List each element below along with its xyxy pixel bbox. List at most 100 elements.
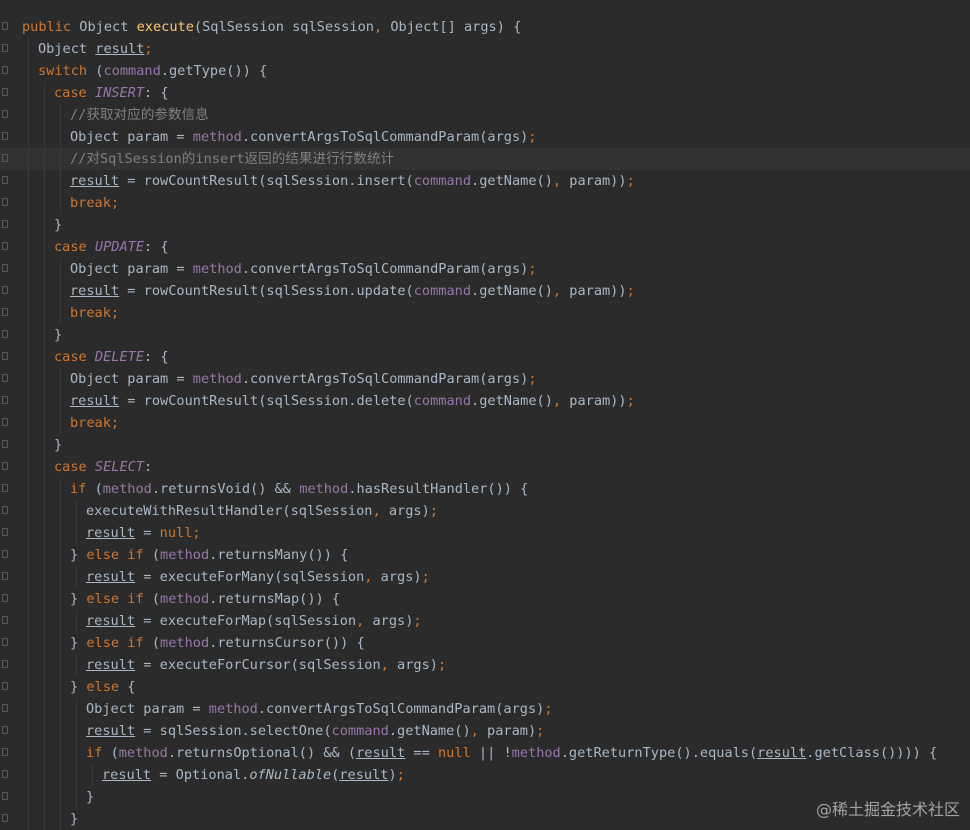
code-token: result: [339, 767, 389, 783]
indent-guide: [28, 390, 29, 412]
code-token: .convertArgsToSqlCommandParam(args): [257, 701, 545, 717]
code-line-content: result = rowCountResult(sqlSession.delet…: [22, 393, 635, 409]
indent-guide: [60, 698, 61, 720]
code-token: .convertArgsToSqlCommandParam(args): [241, 129, 529, 145]
code-line[interactable]: result = sqlSession.selectOne(command.ge…: [2, 720, 970, 742]
code-line[interactable]: result = rowCountResult(sqlSession.inser…: [2, 170, 970, 192]
fold-marker-icon[interactable]: [2, 22, 8, 30]
fold-marker-icon[interactable]: [2, 638, 8, 646]
code-line[interactable]: } else if (method.returnsMany()) {: [2, 544, 970, 566]
fold-marker-icon[interactable]: [2, 66, 8, 74]
code-line[interactable]: //获取对应的参数信息: [2, 104, 970, 126]
fold-marker-icon[interactable]: [2, 462, 8, 470]
code-line[interactable]: executeWithResultHandler(sqlSession, arg…: [2, 500, 970, 522]
code-token: args): [380, 569, 422, 585]
fold-marker-icon[interactable]: [2, 440, 8, 448]
code-token: .hasResultHandler()) {: [348, 481, 529, 497]
code-line[interactable]: result = executeForCursor(sqlSession, ar…: [2, 654, 970, 676]
fold-marker-icon[interactable]: [2, 88, 8, 96]
fold-marker-icon[interactable]: [2, 484, 8, 492]
code-line[interactable]: } else if (method.returnsCursor()) {: [2, 632, 970, 654]
code-line[interactable]: result = Optional.ofNullable(result);: [2, 764, 970, 786]
fold-marker-icon[interactable]: [2, 374, 8, 382]
code-line[interactable]: break;: [2, 302, 970, 324]
code-line[interactable]: }: [2, 434, 970, 456]
code-line[interactable]: result = rowCountResult(sqlSession.delet…: [2, 390, 970, 412]
indent-guide: [28, 346, 29, 368]
fold-marker-icon[interactable]: [2, 154, 8, 162]
fold-marker-icon[interactable]: [2, 418, 8, 426]
fold-marker-icon[interactable]: [2, 748, 8, 756]
code-line[interactable]: case UPDATE: {: [2, 236, 970, 258]
code-token: ,: [380, 657, 398, 673]
fold-marker-icon[interactable]: [2, 550, 8, 558]
code-token: = Optional.: [151, 767, 250, 783]
code-token: (: [94, 481, 103, 497]
fold-marker-icon[interactable]: [2, 660, 8, 668]
fold-marker-icon[interactable]: [2, 506, 8, 514]
fold-marker-icon[interactable]: [2, 44, 8, 52]
code-line[interactable]: Object param = method.convertArgsToSqlCo…: [2, 368, 970, 390]
code-line[interactable]: Object param = method.convertArgsToSqlCo…: [2, 126, 970, 148]
code-line[interactable]: result = null;: [2, 522, 970, 544]
fold-marker-icon[interactable]: [2, 726, 8, 734]
code-line[interactable]: result = rowCountResult(sqlSession.updat…: [2, 280, 970, 302]
fold-marker-icon[interactable]: [2, 308, 8, 316]
indent-guide: [60, 786, 61, 808]
fold-marker-icon[interactable]: [2, 594, 8, 602]
fold-marker-icon[interactable]: [2, 132, 8, 140]
fold-marker-icon[interactable]: [2, 110, 8, 118]
indent-guide: [44, 808, 45, 830]
code-line[interactable]: result = executeForMap(sqlSession, args)…: [2, 610, 970, 632]
fold-marker-icon[interactable]: [2, 352, 8, 360]
fold-marker-icon[interactable]: [2, 814, 8, 822]
code-token: ;: [528, 129, 537, 145]
code-line-content: result = executeForMap(sqlSession, args)…: [22, 613, 422, 629]
code-line[interactable]: } else if (method.returnsMap()) {: [2, 588, 970, 610]
indent-guide: [76, 720, 77, 742]
fold-marker-icon[interactable]: [2, 682, 8, 690]
code-token: case: [54, 239, 95, 255]
code-line[interactable]: public Object execute(SqlSession sqlSess…: [2, 16, 970, 38]
fold-marker-icon[interactable]: [2, 264, 8, 272]
code-line[interactable]: switch (command.getType()) {: [2, 60, 970, 82]
code-line[interactable]: break;: [2, 192, 970, 214]
fold-marker-icon[interactable]: [2, 198, 8, 206]
code-line[interactable]: Object param = method.convertArgsToSqlCo…: [2, 698, 970, 720]
fold-marker-icon[interactable]: [2, 330, 8, 338]
code-line[interactable]: }: [2, 324, 970, 346]
indent-guide: [76, 786, 77, 808]
code-token: : {: [144, 239, 169, 255]
code-line[interactable]: //对SqlSession的insert返回的结果进行行数统计: [0, 148, 970, 170]
fold-marker-icon[interactable]: [2, 176, 8, 184]
code-line[interactable]: case INSERT: {: [2, 82, 970, 104]
code-line[interactable]: break;: [2, 412, 970, 434]
fold-marker-icon[interactable]: [2, 396, 8, 404]
code-line[interactable]: case DELETE: {: [2, 346, 970, 368]
fold-marker-icon[interactable]: [2, 286, 8, 294]
fold-marker-icon[interactable]: [2, 528, 8, 536]
code-line[interactable]: Object param = method.convertArgsToSqlCo…: [2, 258, 970, 280]
code-line[interactable]: if (method.returnsOptional() && (result …: [2, 742, 970, 764]
code-line[interactable]: } else {: [2, 676, 970, 698]
code-line[interactable]: if (method.returnsVoid() && method.hasRe…: [2, 478, 970, 500]
fold-marker-icon[interactable]: [2, 770, 8, 778]
fold-marker-icon[interactable]: [2, 704, 8, 712]
code-token: .getClass()))) {: [806, 745, 938, 761]
code-line[interactable]: case SELECT:: [2, 456, 970, 478]
fold-marker-icon[interactable]: [2, 616, 8, 624]
code-line[interactable]: }: [2, 214, 970, 236]
fold-marker-icon[interactable]: [2, 242, 8, 250]
code-token: ,: [356, 613, 373, 629]
code-editor[interactable]: public Object execute(SqlSession sqlSess…: [0, 16, 970, 830]
indent-guide: [60, 676, 61, 698]
code-token: .getType()) {: [160, 63, 268, 79]
fold-marker-icon[interactable]: [2, 792, 8, 800]
fold-marker-icon[interactable]: [2, 220, 8, 228]
indent-guide: [60, 368, 61, 390]
fold-marker-icon[interactable]: [2, 572, 8, 580]
indent-guide: [44, 170, 45, 192]
code-line[interactable]: Object result;: [2, 38, 970, 60]
code-line[interactable]: result = executeForMany(sqlSession, args…: [2, 566, 970, 588]
code-token: method: [511, 745, 561, 761]
